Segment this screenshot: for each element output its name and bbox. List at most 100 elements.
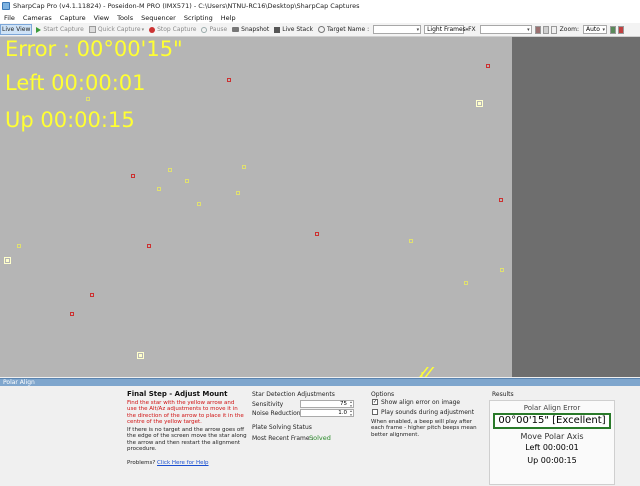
menu-bar: File Cameras Capture View Tools Sequence… [0, 12, 640, 23]
target-name-select[interactable]: ▾ [373, 25, 422, 34]
detected-star [486, 64, 490, 68]
menu-scripting[interactable]: Scripting [180, 14, 217, 22]
pause-icon [201, 26, 208, 33]
chevron-down-icon: ▾ [416, 26, 420, 33]
noise-reduction-label: Noise Reduction [252, 410, 301, 417]
quick-capture-button[interactable]: Quick Capture ▾ [88, 24, 145, 35]
chevron-down-icon: ▾ [527, 26, 530, 33]
result-left: Left 00:00:01 [525, 443, 579, 452]
polar-align-header: Polar Align [0, 378, 640, 386]
zoom-value: Auto [585, 26, 600, 33]
live-view-label: Live View [2, 26, 31, 33]
polar-align-error-label: Polar Align Error [523, 404, 581, 412]
instructions-black: If there is no target and the arrow goes… [127, 427, 247, 452]
histogram-icon[interactable] [609, 25, 616, 34]
help-link[interactable]: Click Here for Help [157, 460, 209, 466]
frame-type-value: Light Frames [427, 26, 466, 33]
play-sounds-label: Play sounds during adjustment [381, 409, 475, 416]
noise-reduction-input[interactable]: 1.0 [300, 409, 354, 417]
solved-star [500, 268, 504, 272]
sensitivity-input[interactable]: 75 [300, 400, 354, 408]
plate-solve-status: Solved [309, 434, 331, 442]
menu-cameras[interactable]: Cameras [19, 14, 56, 22]
menu-sequencer[interactable]: Sequencer [137, 14, 180, 22]
pause-label: Pause [209, 26, 228, 33]
menu-help[interactable]: Help [217, 14, 240, 22]
toolbar: Live View Start Capture Quick Capture ▾ S… [0, 23, 640, 37]
target-name-group: Target Name : [317, 24, 370, 35]
star-detection-title: Star Detection Adjustments [252, 391, 335, 398]
crosshair-icon[interactable] [550, 25, 557, 34]
detected-star [131, 174, 135, 178]
problems-label: Problems? [127, 460, 156, 466]
result-up: Up 00:00:15 [527, 456, 577, 465]
plate-solving-title: Plate Solving Status [252, 424, 312, 431]
results-box: Polar Align Error 00°00'15" [Excellent] … [489, 400, 615, 485]
stop-icon [149, 26, 156, 33]
solved-star [86, 97, 90, 101]
live-stack-button[interactable]: Live Stack [273, 24, 314, 35]
camera-view[interactable]: Error : 00°00'15" Left 00:00:01 Up 00:00… [0, 37, 512, 377]
solved-star [476, 100, 483, 107]
solved-star [4, 257, 11, 264]
quick-capture-icon [88, 26, 96, 33]
solved-star [168, 168, 172, 172]
solved-star [185, 179, 189, 183]
chevron-down-icon: ▾ [141, 26, 145, 33]
menu-capture[interactable]: Capture [56, 14, 90, 22]
solved-star [137, 352, 144, 359]
chevron-down-icon: ▾ [602, 26, 605, 33]
overlay-left-text: Left 00:00:01 [5, 71, 146, 95]
show-align-error-label: Show align error on image [381, 399, 461, 406]
camera-icon [232, 27, 240, 32]
play-sounds-checkbox[interactable] [372, 409, 378, 415]
snapshot-label: Snapshot [241, 26, 270, 33]
instructions-red: Find the star with the yellow arrow and … [127, 400, 244, 425]
options-note: When enabled, a beep will play after eac… [371, 419, 477, 438]
polar-align-panel: Final Step - Adjust Mount Find the star … [0, 387, 640, 486]
live-stack-label: Live Stack [282, 26, 313, 33]
live-stack-icon [274, 26, 281, 33]
fx-label: FX [467, 24, 477, 35]
start-capture-button[interactable]: Start Capture [35, 24, 84, 35]
options-title: Options [371, 391, 395, 398]
step-title: Final Step - Adjust Mount [127, 390, 228, 398]
show-align-error-checkbox[interactable]: ✓ [372, 399, 378, 405]
zoom-label: Zoom: [559, 24, 580, 35]
sensitivity-label: Sensitivity [252, 401, 284, 408]
zoom-select[interactable]: Auto ▾ [582, 25, 607, 34]
problems-row: Problems? Click Here for Help [127, 460, 209, 466]
right-panel [512, 37, 640, 377]
focus-icon[interactable] [617, 25, 624, 34]
detected-star [70, 312, 74, 316]
polar-align-error-value: 00°00'15" [Excellent] [493, 413, 611, 429]
move-polar-axis-label: Move Polar Axis [520, 432, 584, 441]
fx-label-text: FX [468, 26, 476, 33]
target-name-label: Target Name : [326, 26, 370, 33]
detected-star [499, 198, 503, 202]
fx-select[interactable]: ▾ [479, 25, 532, 34]
detected-star [147, 244, 151, 248]
detected-star [315, 232, 319, 236]
frame-type-select[interactable]: Light Frames ▾ [424, 25, 468, 34]
detected-star [90, 293, 94, 297]
window-title: SharpCap Pro (v4.1.11824) - Poseidon-M P… [13, 2, 360, 10]
solved-star [242, 165, 246, 169]
grid-icon[interactable] [542, 25, 549, 34]
menu-file[interactable]: File [0, 14, 19, 22]
stop-capture-label: Stop Capture [157, 26, 197, 33]
quick-capture-label: Quick Capture [97, 26, 141, 33]
overlay-error-text: Error : 00°00'15" [5, 37, 183, 61]
detected-star [227, 78, 231, 82]
live-view-button[interactable]: Live View [0, 24, 33, 35]
play-icon [36, 26, 42, 33]
stop-capture-button[interactable]: Stop Capture [148, 24, 197, 35]
color-swatch-icon[interactable] [534, 25, 541, 34]
solved-star [409, 239, 413, 243]
solved-star [464, 281, 468, 285]
overlay-up-text: Up 00:00:15 [5, 108, 135, 132]
menu-view[interactable]: View [90, 14, 113, 22]
snapshot-button[interactable]: Snapshot [231, 24, 270, 35]
menu-tools[interactable]: Tools [113, 14, 137, 22]
pause-button[interactable]: Pause [200, 24, 228, 35]
